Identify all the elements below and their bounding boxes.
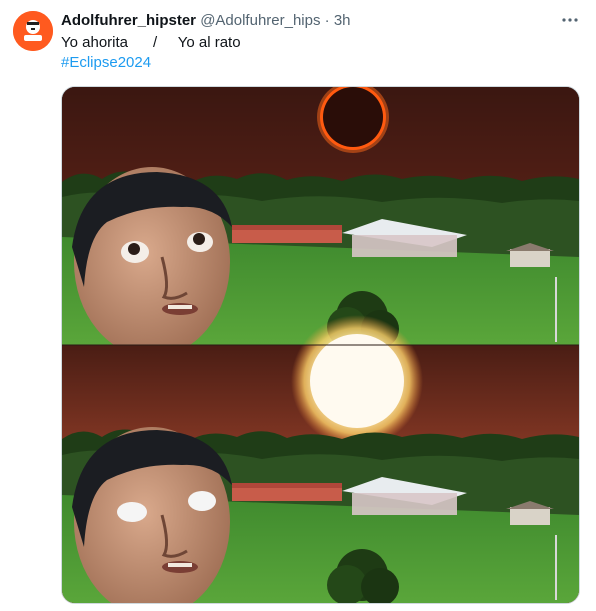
panel-bright-sun	[62, 315, 579, 603]
tweet-text: Yo ahorita / Yo al rato	[61, 34, 241, 51]
author-handle[interactable]: @Adolfuhrer_hips	[200, 12, 320, 29]
face-blank-eyes	[72, 427, 232, 603]
tweet-header: Adolfuhrer_hipster @Adolfuhrer_hips · 3h	[61, 11, 351, 31]
more-horizontal-icon[interactable]	[556, 10, 584, 30]
avatar-image	[13, 11, 53, 51]
tweet-media-image[interactable]	[61, 86, 580, 604]
tweet[interactable]: Adolfuhrer_hipster @Adolfuhrer_hips · 3h…	[0, 0, 596, 611]
hashtag-link[interactable]: #Eclipse2024	[61, 53, 151, 73]
eclipse-sun	[323, 87, 383, 147]
avatar[interactable]	[13, 11, 53, 51]
separator-dot: ·	[324, 12, 330, 29]
panel-eclipse	[62, 87, 579, 357]
author-name[interactable]: Adolfuhrer_hipster	[61, 12, 196, 29]
timestamp[interactable]: 3h	[334, 12, 351, 29]
bright-sun	[310, 334, 404, 428]
